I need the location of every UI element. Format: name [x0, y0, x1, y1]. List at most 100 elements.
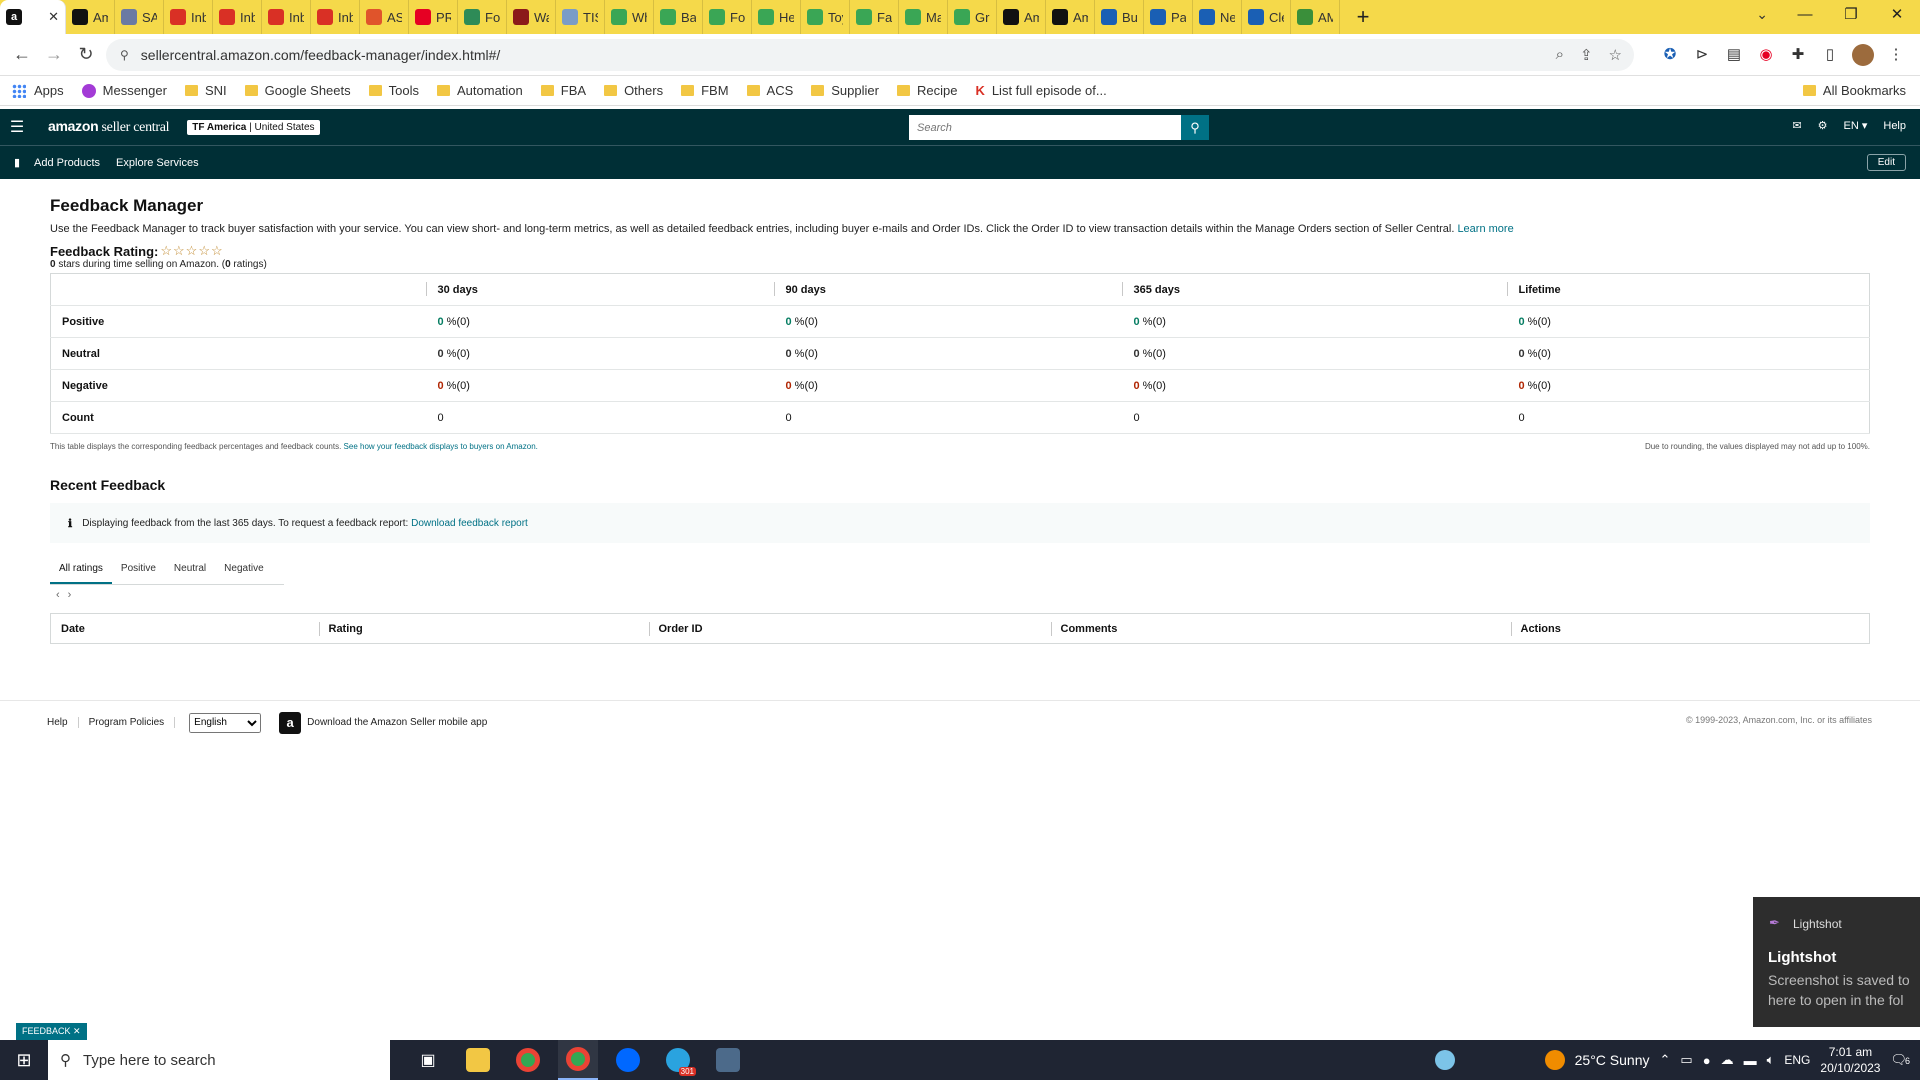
bookmark-item[interactable]: Others	[604, 83, 663, 98]
extension-box-icon[interactable]: ✪	[1660, 45, 1680, 65]
browser-tab[interactable]: Ma	[899, 0, 948, 34]
download-app-link[interactable]: Download the Amazon Seller mobile app	[307, 717, 487, 728]
mail-icon[interactable]: ✉	[1792, 119, 1801, 132]
browser-tab[interactable]: Gro	[948, 0, 997, 34]
volume-icon[interactable]: 🔈︎	[1767, 1052, 1775, 1068]
tab-all-ratings[interactable]: All ratings	[50, 557, 112, 584]
header-search-input[interactable]	[909, 115, 1181, 140]
windows-start-icon[interactable]: ⊞	[0, 1050, 48, 1071]
site-info-icon[interactable]: ⚲	[120, 48, 129, 62]
feedback-tab-button[interactable]: FEEDBACK ✕	[16, 1023, 87, 1040]
profile-avatar[interactable]	[1852, 44, 1874, 66]
browser-tab[interactable]: Am	[1046, 0, 1095, 34]
browser-tab[interactable]: Cle	[1242, 0, 1291, 34]
browser-tab[interactable]: SAS	[115, 0, 164, 34]
reload-icon[interactable]: ↻	[70, 44, 102, 65]
browser-tab[interactable]: ASI	[360, 0, 409, 34]
notifications-icon[interactable]: 🗨︎6	[1890, 1052, 1910, 1068]
browser-tab[interactable]: Hea	[752, 0, 801, 34]
extensions-puzzle-icon[interactable]: ✚	[1788, 45, 1808, 65]
extension-arrow-icon[interactable]: ⊳	[1692, 45, 1712, 65]
tab-positive[interactable]: Positive	[112, 557, 165, 584]
close-tab-icon[interactable]: ✕	[48, 9, 59, 25]
browser-tab[interactable]: Inb	[262, 0, 311, 34]
bookmark-item[interactable]: Messenger	[81, 83, 167, 98]
edit-button[interactable]: Edit	[1866, 154, 1906, 171]
gear-icon[interactable]: ⚙	[1818, 119, 1828, 132]
bookmark-item[interactable]: SNI	[184, 83, 227, 98]
task-view-icon[interactable]: ▣	[408, 1040, 448, 1080]
omnibox[interactable]: ⚲ sellercentral.amazon.com/feedback-mana…	[106, 39, 1634, 71]
browser-tab[interactable]: Wa	[507, 0, 556, 34]
learn-more-link[interactable]: Learn more	[1457, 223, 1513, 235]
browser-tab[interactable]: Foo	[703, 0, 752, 34]
bookmark-item[interactable]: FBA	[540, 83, 586, 98]
zalo-icon[interactable]	[608, 1040, 648, 1080]
footer-help-link[interactable]: Help	[47, 717, 79, 728]
browser-tab[interactable]: Am	[66, 0, 115, 34]
browser-tab[interactable]: PRI	[409, 0, 458, 34]
zoom-icon[interactable]: ⌕	[1556, 46, 1564, 64]
clock[interactable]: 7:01 am 20/10/2023	[1820, 1044, 1880, 1076]
tab-neutral[interactable]: Neutral	[165, 557, 215, 584]
seller-central-logo[interactable]: amazon seller central	[48, 118, 170, 136]
bookmark-item[interactable]: Automation	[437, 83, 523, 98]
taskbar-search[interactable]: ⚲ Type here to search	[48, 1040, 390, 1080]
language-selector[interactable]: EN ▾	[1844, 119, 1868, 132]
bookmark-star-icon[interactable]: ☆	[1609, 46, 1622, 64]
restore-icon[interactable]: ❐	[1828, 0, 1874, 34]
tab-negative[interactable]: Negative	[215, 557, 272, 584]
weather-sun-icon[interactable]	[1544, 1050, 1565, 1070]
help-link[interactable]: Help	[1883, 120, 1906, 132]
file-explorer-icon[interactable]	[458, 1040, 498, 1080]
hamburger-menu-icon[interactable]: ☰	[0, 117, 34, 137]
share-icon[interactable]: ⇪	[1580, 46, 1593, 64]
subnav-add-products[interactable]: Add Products	[34, 157, 100, 169]
browser-tab[interactable]: AM	[1291, 0, 1340, 34]
browser-tab[interactable]: Nev	[1193, 0, 1242, 34]
bookmark-item[interactable]: Google Sheets	[244, 83, 351, 98]
extension-off-icon[interactable]: ▤	[1724, 45, 1744, 65]
browser-tab[interactable]: Toy	[801, 0, 850, 34]
subnav-explore-services[interactable]: Explore Services	[116, 157, 199, 169]
browser-tab[interactable]: Inb	[164, 0, 213, 34]
bookmark-item[interactable]: Supplier	[811, 83, 879, 98]
onedrive-icon[interactable]: ☁	[1721, 1052, 1734, 1068]
battery-icon[interactable]: ▬	[1744, 1053, 1757, 1068]
bookmark-item[interactable]: ACS	[746, 83, 793, 98]
feedback-display-link[interactable]: See how your feedback displays to buyers…	[344, 442, 538, 451]
search-icon[interactable]: ⚲	[1181, 115, 1209, 140]
close-window-icon[interactable]: ✕	[1874, 0, 1920, 34]
chevron-right-icon[interactable]: ›	[68, 589, 80, 601]
calculator-icon[interactable]	[708, 1040, 748, 1080]
minimize-icon[interactable]: —	[1782, 0, 1828, 34]
col-comments[interactable]: Comments	[1050, 614, 1511, 644]
url-text[interactable]: sellercentral.amazon.com/feedback-manage…	[141, 47, 501, 63]
chrome-icon[interactable]	[508, 1040, 548, 1080]
browser-tab[interactable]: Bat	[654, 0, 703, 34]
bookmark-item[interactable]: Tools	[368, 83, 419, 98]
help-question-icon[interactable]	[1434, 1050, 1455, 1070]
col-order-id[interactable]: Order ID	[648, 614, 1051, 644]
col-date[interactable]: Date	[51, 614, 319, 644]
browser-tab[interactable]: Am	[997, 0, 1046, 34]
all-bookmarks[interactable]: All Bookmarks	[1802, 83, 1906, 98]
browser-tab[interactable]: Foo	[458, 0, 507, 34]
tray-chevron-up-icon[interactable]: ⌃	[1660, 1052, 1671, 1068]
bookmark-item[interactable]: Apps	[12, 83, 64, 98]
footer-language-select[interactable]: English	[189, 712, 262, 733]
lightshot-notification[interactable]: ✒ Lightshot Lightshot Screenshot is save…	[1753, 897, 1920, 1027]
browser-tab[interactable]: Inb	[311, 0, 360, 34]
input-language[interactable]: ENG	[1784, 1053, 1810, 1067]
browser-tab[interactable]: Wh	[605, 0, 654, 34]
browser-tab[interactable]: TIS	[556, 0, 605, 34]
chrome-active-icon[interactable]	[558, 1040, 598, 1080]
col-rating[interactable]: Rating	[318, 614, 649, 644]
browser-tab[interactable]: Par	[1144, 0, 1193, 34]
download-report-link[interactable]: Download feedback report	[411, 518, 528, 529]
browser-tab[interactable]: Fac	[850, 0, 899, 34]
tab-active[interactable]: a ✕	[0, 0, 66, 34]
chevron-left-icon[interactable]: ‹	[56, 589, 68, 601]
browser-tab[interactable]: Inb	[213, 0, 262, 34]
browser-menu-icon[interactable]: ⋮	[1886, 45, 1906, 65]
